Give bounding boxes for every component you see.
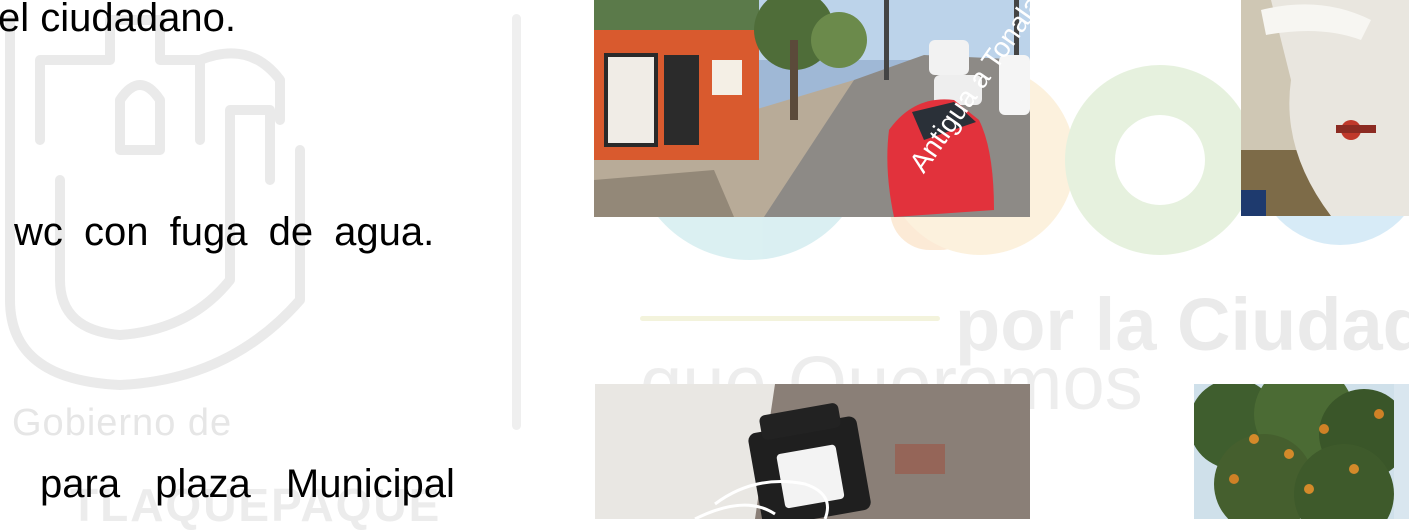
toilet-leak-photo — [1241, 0, 1409, 216]
text-line-plaza-municipal: para plaza Municipal — [40, 462, 455, 506]
watermark-gobierno-text: Gobierno de — [12, 402, 233, 444]
floodlight-lamps-photo — [595, 384, 1030, 519]
tree-photo — [1194, 384, 1409, 519]
text-line-wc-fuga: wc con fuga de agua. — [14, 210, 435, 254]
watermark-slogan-ciudad: Ciudad — [1177, 283, 1409, 366]
street-photo: Antigua a Tonala — [594, 0, 1030, 217]
watermark-underline — [640, 316, 940, 321]
vertical-divider — [512, 14, 521, 430]
text-line-ciudadano: el ciudadano. — [0, 0, 236, 40]
